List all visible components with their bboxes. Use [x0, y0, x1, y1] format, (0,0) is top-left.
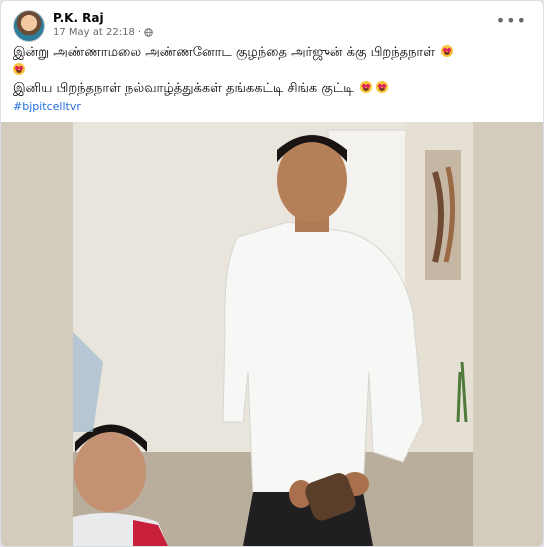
heart-eyes-emoji-icon [441, 45, 454, 57]
post-photo[interactable] [1, 122, 543, 546]
photo-illustration [73, 122, 473, 546]
post-line-1: இன்று அண்ணாமலை அண்ணனோட குழந்தை அர்ஜுன் க… [13, 44, 531, 80]
author-name[interactable]: P.K. Raj [53, 11, 104, 25]
post-hashtag-line: #bjpitcelltvr [13, 98, 531, 116]
heart-eyes-emoji-icon [375, 81, 388, 93]
post-card: P.K. Raj 17 May at 22:18 · ••• இன்று அண்… [0, 0, 544, 547]
post-line-1-text: இன்று அண்ணாமலை அண்ணனோட குழந்தை அர்ஜுன் க… [13, 45, 435, 60]
post-line-2-text: இனிய பிறந்தநாள் நல்வாழ்த்துக்கள் தங்ககட்… [13, 81, 354, 96]
heart-eyes-emoji-icon [13, 63, 25, 75]
meta-separator: · [137, 27, 141, 38]
post-header: P.K. Raj 17 May at 22:18 · ••• [13, 10, 533, 44]
post-line-2: இனிய பிறந்தநாள் நல்வாழ்த்துக்கள் தங்ககட்… [13, 80, 531, 98]
avatar[interactable] [13, 10, 45, 42]
post-meta: 17 May at 22:18 · [53, 27, 153, 38]
more-options-icon[interactable]: ••• [496, 13, 527, 29]
post-text: இன்று அண்ணாமலை அண்ணனோட குழந்தை அர்ஜுன் க… [13, 44, 531, 116]
heart-eyes-emoji-icon [359, 81, 372, 93]
timestamp[interactable]: 17 May at 22:18 [53, 27, 135, 38]
hashtag-link[interactable]: #bjpitcelltvr [13, 100, 81, 113]
photo-frame [73, 122, 473, 546]
globe-icon [144, 28, 153, 37]
